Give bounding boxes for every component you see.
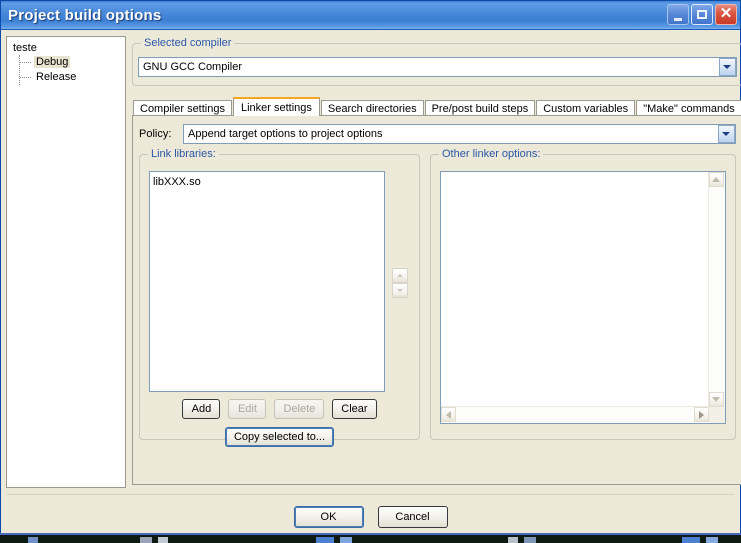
options-content: Selected compiler GNU GCC Compiler Compi… (132, 36, 741, 488)
desktop-taskbar[interactable] (0, 533, 741, 543)
scroll-up-button[interactable] (708, 172, 724, 187)
taskbar-icon[interactable] (508, 537, 518, 543)
arrow-up-icon (397, 274, 403, 277)
scroll-down-button[interactable] (708, 392, 724, 407)
arrow-down-icon (712, 397, 721, 402)
compiler-dropdown-arrow-button[interactable] (718, 58, 736, 76)
window-titlebar[interactable]: Project build options ✕ (1, 1, 740, 30)
delete-button: Delete (274, 399, 325, 419)
settings-tabstrip: Compiler settings Linker settings Search… (132, 97, 741, 117)
other-linker-options-textarea[interactable] (440, 171, 726, 424)
copy-selected-row: Copy selected to... (140, 427, 419, 447)
close-button[interactable]: ✕ (715, 4, 737, 25)
compiler-dropdown[interactable]: GNU GCC Compiler (138, 57, 737, 77)
tree-item-debug-label: Debug (34, 56, 71, 68)
window-controls: ✕ (667, 4, 737, 25)
copy-selected-to-button[interactable]: Copy selected to... (224, 427, 335, 447)
taskbar-icon[interactable] (28, 537, 38, 543)
tree-children: Debug Release (19, 55, 122, 85)
tree-item-release[interactable]: Release (20, 70, 122, 85)
taskbar-icon[interactable] (158, 537, 168, 543)
arrow-right-icon (698, 410, 704, 419)
taskbar-icon[interactable] (524, 537, 536, 543)
scrollbar-corner (708, 407, 725, 423)
other-linker-options-text[interactable] (441, 172, 709, 407)
tree-item-release-label: Release (36, 71, 77, 83)
taskbar-icon[interactable] (316, 537, 334, 543)
policy-dropdown[interactable]: Append target options to project options (183, 124, 736, 144)
tree-root-item[interactable]: teste (13, 42, 122, 55)
chevron-down-icon (723, 65, 732, 69)
project-build-options-window: Project build options ✕ teste Debug Rele… (0, 0, 741, 535)
tree-item-debug[interactable]: Debug (20, 55, 122, 70)
chevron-down-icon (722, 132, 731, 136)
arrow-down-icon (397, 289, 403, 292)
policy-dropdown-value: Append target options to project options (188, 128, 383, 140)
link-libraries-listbox[interactable]: libXXX.so (149, 171, 385, 392)
tab-search-directories-label: Search directories (327, 103, 417, 115)
list-item[interactable]: libXXX.so (153, 175, 384, 189)
target-tree-panel[interactable]: teste Debug Release (6, 36, 126, 488)
tab-linker-settings-label: Linker settings (240, 102, 312, 114)
link-libraries-group: Link libraries: libXXX.so Add Edit Delet… (139, 148, 420, 447)
horizontal-scrollbar[interactable] (441, 406, 709, 423)
compiler-dropdown-value: GNU GCC Compiler (143, 61, 243, 73)
tab-compiler-settings-label: Compiler settings (140, 103, 225, 115)
close-icon: ✕ (719, 4, 733, 22)
edit-button: Edit (228, 399, 267, 419)
tab-linker-settings[interactable]: Linker settings (232, 97, 320, 116)
policy-label: Policy: (139, 128, 172, 140)
taskbar-icon[interactable] (682, 537, 700, 543)
move-library-up-button[interactable] (392, 268, 408, 283)
linker-settings-panel: Policy: Append target options to project… (132, 115, 741, 485)
ok-button[interactable]: OK (293, 506, 364, 528)
link-libraries-buttons: Add Edit Delete Clear (140, 399, 419, 419)
tree-root-label: teste (13, 42, 37, 54)
tab-custom-variables-label: Custom variables (543, 103, 629, 115)
add-button[interactable]: Add (182, 399, 221, 419)
move-library-spinner[interactable] (392, 268, 408, 298)
vertical-scrollbar[interactable] (707, 172, 725, 407)
arrow-left-icon (446, 410, 451, 419)
window-title: Project build options (8, 6, 162, 24)
link-libraries-column: Link libraries: libXXX.so Add Edit Delet… (139, 148, 420, 447)
arrow-up-icon (712, 177, 721, 182)
other-linker-options-group: Other linker options: (430, 148, 736, 440)
scroll-left-button[interactable] (441, 407, 456, 422)
cancel-button[interactable]: Cancel (377, 506, 448, 528)
scroll-right-button[interactable] (693, 407, 709, 422)
clear-button[interactable]: Clear (332, 399, 377, 419)
dialog-client-area: teste Debug Release Selected compiler GN… (1, 30, 741, 488)
selected-compiler-label: Selected compiler (141, 37, 235, 49)
other-linker-options-column: Other linker options: (430, 148, 736, 440)
maximize-button[interactable] (691, 4, 713, 25)
tab-make-commands-label: "Make" commands (643, 103, 735, 115)
policy-row: Policy: Append target options to project… (139, 124, 736, 144)
link-libraries-label: Link libraries: (148, 148, 219, 160)
other-linker-options-label: Other linker options: (439, 148, 544, 160)
policy-dropdown-arrow-button[interactable] (717, 125, 735, 143)
taskbar-icon[interactable] (340, 537, 352, 543)
minimize-button[interactable] (667, 4, 689, 25)
linker-columns: Link libraries: libXXX.so Add Edit Delet… (139, 148, 736, 447)
taskbar-icon[interactable] (140, 537, 152, 543)
move-library-down-button[interactable] (392, 283, 408, 298)
taskbar-icon[interactable] (706, 537, 718, 543)
selected-compiler-group: Selected compiler GNU GCC Compiler (132, 37, 741, 86)
tab-pre-post-build-steps-label: Pre/post build steps (431, 103, 529, 115)
